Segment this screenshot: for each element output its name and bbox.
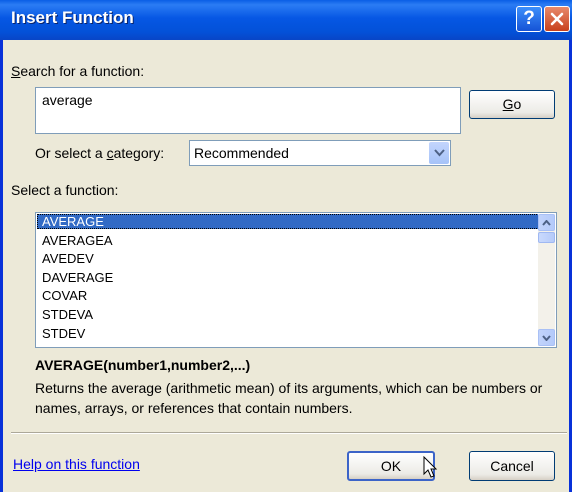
scroll-up-button[interactable] <box>538 214 555 231</box>
scroll-down-button[interactable] <box>538 329 555 346</box>
function-list-item-daverage[interactable]: DAVERAGE <box>37 270 547 285</box>
vertical-scrollbar[interactable] <box>538 214 555 346</box>
function-list-item-stdev[interactable]: STDEV <box>37 326 547 341</box>
chevron-down-icon <box>542 335 551 341</box>
category-dropdown-button[interactable] <box>429 142 449 164</box>
insert-function-dialog: Insert Function ? Search for a function:… <box>0 0 572 492</box>
go-button[interactable]: Go <box>469 90 555 119</box>
function-listbox[interactable]: AVERAGE AVERAGEA AVEDEV DAVERAGE COVAR STDEVA… <box>35 212 557 348</box>
close-button[interactable] <box>544 6 570 32</box>
search-label: Search for a function: <box>11 63 144 79</box>
chevron-up-icon <box>542 220 551 226</box>
scroll-thumb[interactable] <box>538 232 555 243</box>
category-selected-value: Recommended <box>194 145 289 161</box>
category-label: Or select a category: <box>35 145 165 161</box>
search-label-mnemonic: S <box>11 63 21 79</box>
function-list-item-avedev[interactable]: AVEDEV <box>37 251 547 266</box>
divider <box>11 432 567 434</box>
function-list-item-stdeva[interactable]: STDEVA <box>37 307 547 322</box>
function-list-item-average[interactable]: AVERAGE <box>37 214 547 229</box>
function-list-item-covar[interactable]: COVAR <box>37 288 547 303</box>
cancel-button[interactable]: Cancel <box>469 451 555 481</box>
function-description: Returns the average (arithmetic mean) of… <box>35 380 543 416</box>
help-icon: ? <box>523 8 535 29</box>
ok-button[interactable]: OK <box>347 451 435 481</box>
search-label-rest: earch for a function: <box>20 63 145 79</box>
mouse-pointer-icon <box>423 456 438 478</box>
function-syntax: AVERAGE(number1,number2,...) <box>35 357 251 373</box>
search-input[interactable]: average <box>35 87 461 134</box>
function-list-label: Select a function: <box>11 182 119 198</box>
help-on-function-link[interactable]: Help on this function <box>13 456 140 472</box>
category-select[interactable]: Recommended <box>189 140 451 166</box>
title-bar[interactable]: Insert Function ? <box>0 0 572 40</box>
close-icon <box>550 12 564 26</box>
help-button[interactable]: ? <box>516 6 542 32</box>
chevron-down-icon <box>434 149 445 157</box>
dialog-title: Insert Function <box>11 8 134 27</box>
function-list-item-averagea[interactable]: AVERAGEA <box>37 233 547 248</box>
